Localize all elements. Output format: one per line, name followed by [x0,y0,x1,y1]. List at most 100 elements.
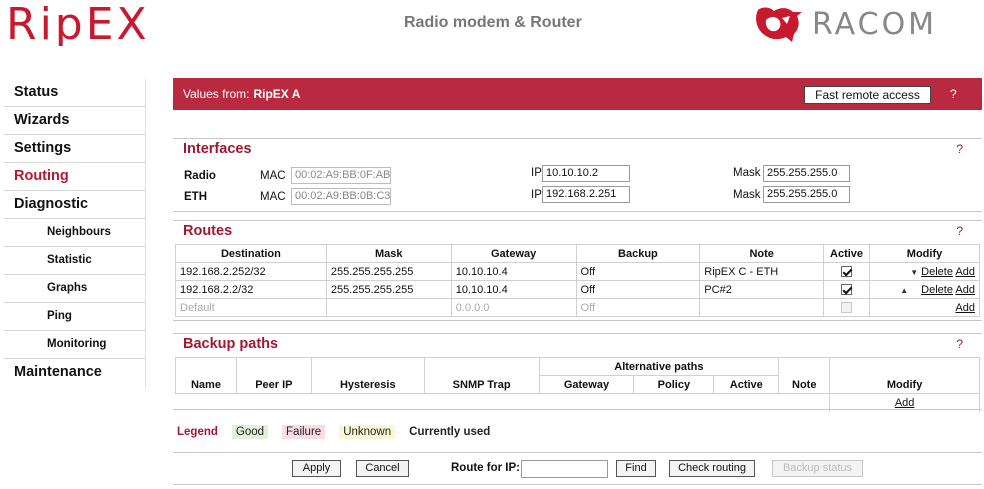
sidebar-item-status[interactable]: Status [4,79,145,107]
interfaces-panel: Interfaces ? Radio MAC 00:02:A9:BB:0F:AB… [173,138,982,212]
help-icon[interactable]: ? [956,224,963,238]
column-header: Modify [869,244,980,263]
sidebar-item-settings[interactable]: Settings [4,135,145,163]
radio-mask-field[interactable]: 255.255.255.0 [763,165,850,182]
ripex-logo-mark: RipEX [6,0,150,50]
route-modify-cell: ▼ Delete Add [869,262,980,281]
sidebar-item-diagnostic[interactable]: Diagnostic [4,191,145,219]
eth-ip-field[interactable]: 192.168.2.251 [542,186,630,203]
find-button[interactable]: Find [616,460,656,477]
legend-unknown: Unknown [339,424,396,439]
column-header: Gateway [538,375,635,394]
sidebar-item-label: Ping [47,310,72,322]
backup-modify-cell: Add [829,393,980,412]
racom-logo: RACOM [752,4,937,44]
add-link[interactable]: Add [955,284,975,296]
sidebar-item-monitoring[interactable]: Monitoring [4,331,145,359]
route-backup[interactable]: Off [575,280,701,299]
routes-table: Destination Mask Gateway Backup Note Act… [175,244,980,317]
route-for-ip-input[interactable] [521,460,608,478]
fast-remote-access-button[interactable]: Fast remote access [804,86,931,104]
route-modify-cell: ▲ Delete Add [869,280,980,299]
racom-bird-icon [756,7,802,42]
eth-mask-field[interactable]: 255.255.255.0 [763,186,850,203]
route-gateway[interactable]: 10.10.10.4 [450,280,577,299]
svg-text:RipEX: RipEX [6,2,150,46]
backup-status-button[interactable]: Backup status [772,460,863,477]
help-icon[interactable]: ? [956,337,963,351]
route-active-checkbox[interactable] [841,266,853,278]
route-destination[interactable]: 192.168.2.2/32 [175,280,327,299]
values-from-label: Values from: [183,87,250,101]
sidebar-item-ping[interactable]: Ping [4,303,145,331]
sidebar-item-label: Neighbours [47,226,111,238]
sidebar-item-routing[interactable]: Routing [4,163,145,191]
cancel-button[interactable]: Cancel [356,460,409,477]
column-header: Name [175,357,237,394]
sidebar-item-neighbours[interactable]: Neighbours [4,219,145,247]
column-header: Note [699,244,825,263]
ripex-logo: RipEX [6,0,206,54]
delete-link[interactable]: Delete [921,284,953,296]
mask-label: Mask [733,167,761,179]
help-icon[interactable]: ? [956,142,963,156]
move-down-icon[interactable]: ▼ [910,268,918,277]
values-from-bar: Values from: RipEX A Fast remote access … [173,78,982,110]
add-link[interactable]: Add [955,266,975,278]
backup-paths-table: Name Peer IP Hysteresis SNMP Trap Altern… [175,357,980,412]
sidebar-item-graphs[interactable]: Graphs [4,275,145,303]
bottom-toolbar: Apply Cancel Route for IP: Find Check ro… [173,452,982,485]
check-routing-button[interactable]: Check routing [669,460,755,477]
route-active-cell [823,280,871,299]
route-destination[interactable]: 192.168.2.252/32 [175,262,327,281]
route-note[interactable]: RipEX C - ETH [699,262,825,281]
route-active-cell [823,298,871,317]
route-mask [325,298,452,317]
ip-label: IP [531,167,542,179]
routes-title: Routes [183,223,233,239]
move-up-icon[interactable]: ▲ [900,286,908,295]
route-note [699,298,825,317]
radio-ip-field[interactable]: 10.10.10.2 [542,165,630,182]
table-header-row: Name Peer IP Hysteresis SNMP Trap Altern… [175,357,980,394]
delete-link[interactable]: Delete [921,266,953,278]
table-row: 192.168.2.2/32 255.255.255.255 10.10.10.… [175,280,980,299]
sidebar-item-label: Statistic [47,254,92,266]
route-note[interactable]: PC#2 [699,280,825,299]
backup-paths-panel: Backup paths ? Name Peer IP Hysteresis S… [173,333,982,412]
table-row: 192.168.2.252/32 255.255.255.255 10.10.1… [175,262,980,281]
sidebar-item-maintenance[interactable]: Maintenance [4,359,145,387]
page-title: Radio modem & Router [404,14,582,31]
interfaces-title: Interfaces [183,141,252,157]
apply-button[interactable]: Apply [292,460,341,477]
column-header: Policy [633,375,715,394]
help-icon[interactable]: ? [950,87,957,101]
route-backup[interactable]: Off [575,298,701,317]
backup-paths-title: Backup paths [183,336,279,352]
table-header-row: Destination Mask Gateway Backup Note Act… [175,244,980,263]
route-mask[interactable]: 255.255.255.255 [325,262,452,281]
sidebar-nav: Status Wizards Settings Routing Diagnost… [4,79,146,387]
column-header: Hysteresis [310,357,425,394]
sidebar-item-statistic[interactable]: Statistic [4,247,145,275]
add-link[interactable]: Add [895,397,915,409]
route-gateway[interactable]: 0.0.0.0 [450,298,577,317]
column-header: SNMP Trap [423,357,540,394]
legend-good: Good [231,424,269,439]
route-mask[interactable]: 255.255.255.255 [325,280,452,299]
column-group-header: Alternative paths [538,357,780,376]
route-for-ip-label: Route for IP: [451,462,520,474]
route-active-checkbox[interactable] [841,284,853,296]
interface-name-radio: Radio [184,170,216,182]
sidebar-item-wizards[interactable]: Wizards [4,107,145,135]
interface-name-eth: ETH [184,191,207,203]
column-header: Backup [575,244,701,263]
route-backup[interactable]: Off [575,262,701,281]
eth-mac-field: 00:02:A9:BB:0B:C3 [291,188,391,205]
table-row: Add [175,393,980,412]
route-active-checkbox[interactable] [841,302,853,314]
route-gateway[interactable]: 10.10.10.4 [450,262,577,281]
empty-cell [175,393,830,412]
column-header: Active [823,244,871,263]
add-link[interactable]: Add [955,302,975,314]
